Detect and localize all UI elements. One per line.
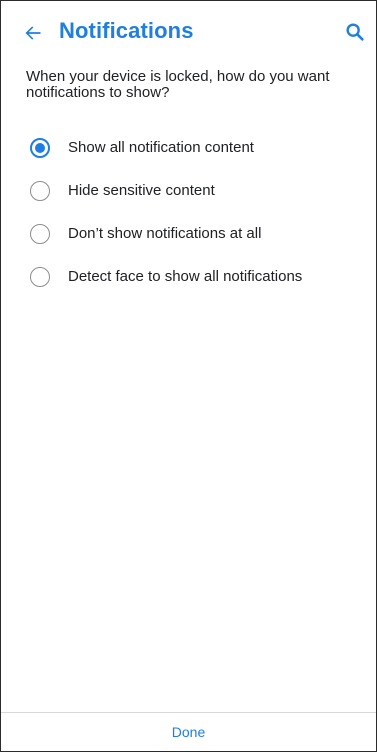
lock-screen-question: When your device is locked, how do you w…	[26, 68, 330, 101]
back-button[interactable]	[19, 19, 47, 47]
search-button[interactable]	[340, 17, 370, 47]
bottom-action-bar: Done	[1, 712, 376, 751]
option-show-all-content[interactable]: Show all notification content	[1, 127, 376, 170]
done-button[interactable]: Done	[160, 720, 217, 744]
option-label: Show all notification content	[68, 139, 254, 156]
radio-button[interactable]	[30, 224, 50, 244]
option-label: Hide sensitive content	[68, 182, 215, 199]
search-icon	[346, 23, 364, 41]
radio-dot	[35, 143, 45, 153]
option-detect-face[interactable]: Detect face to show all notifications	[1, 256, 376, 299]
option-hide-sensitive-content[interactable]: Hide sensitive content	[1, 170, 376, 213]
radio-button-selected[interactable]	[30, 138, 50, 158]
option-dont-show-notifications[interactable]: Don’t show notifications at all	[1, 213, 376, 256]
radio-button[interactable]	[30, 267, 50, 287]
notifications-screen: Notifications When your device is locked…	[0, 0, 377, 752]
notification-options-list: Show all notification content Hide sensi…	[1, 127, 376, 299]
app-bar: Notifications	[1, 1, 376, 63]
option-label: Don’t show notifications at all	[68, 225, 262, 242]
arrow-back-icon	[25, 26, 41, 40]
option-label: Detect face to show all notifications	[68, 268, 303, 285]
radio-button[interactable]	[30, 181, 50, 201]
page-title: Notifications	[59, 18, 194, 43]
